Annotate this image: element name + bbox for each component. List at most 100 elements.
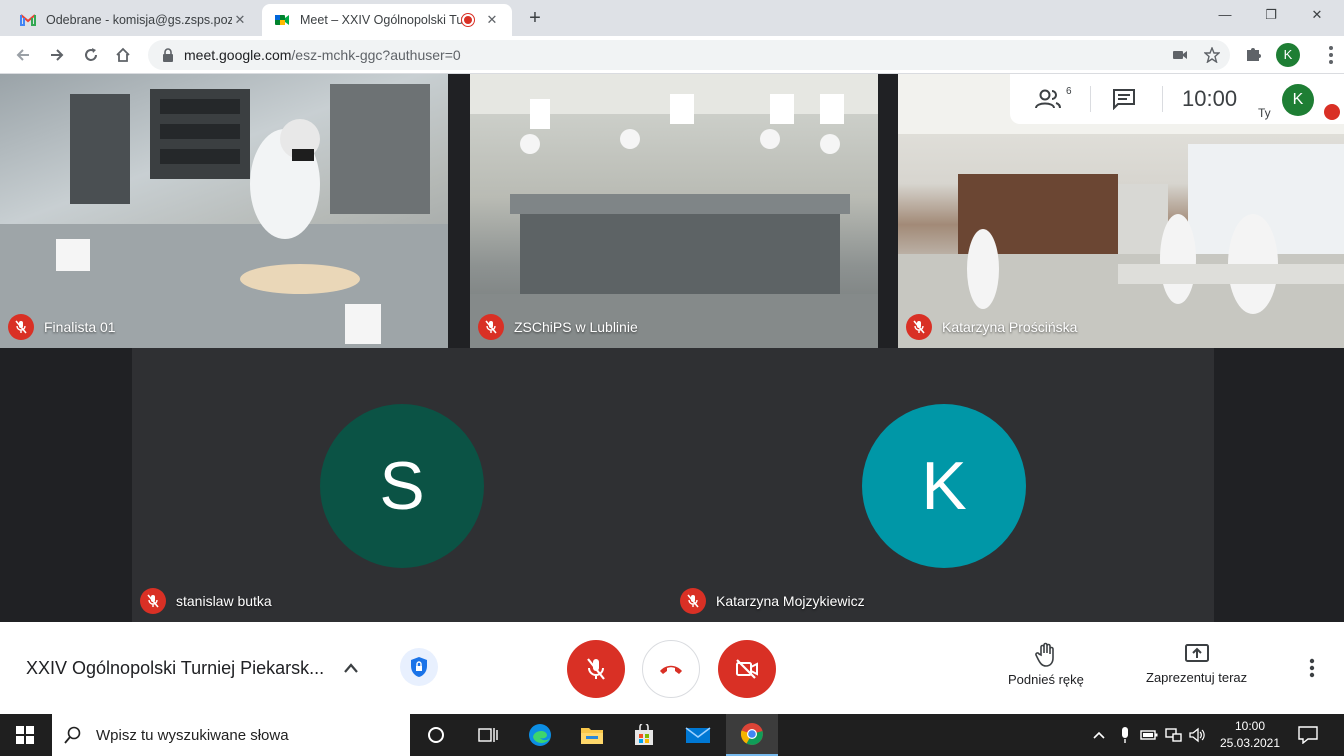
reload-button[interactable] (78, 42, 104, 68)
taskbar-search-input[interactable]: Wpisz tu wyszukiwane słowa (52, 714, 410, 756)
present-screen-icon (1184, 644, 1209, 662)
task-view-icon (478, 728, 498, 742)
battery-icon[interactable] (1140, 726, 1158, 744)
present-now-label: Zaprezentuj teraz (1146, 670, 1248, 685)
mic-off-icon (8, 314, 34, 340)
taskbar-chrome[interactable] (726, 714, 778, 756)
mic-off-icon (906, 314, 932, 340)
taskbar-file-explorer[interactable] (566, 714, 618, 756)
microphone-toggle-button[interactable] (567, 640, 625, 698)
start-button[interactable] (0, 714, 50, 756)
meet-icon (275, 15, 289, 25)
restore-button[interactable]: ❐ (1248, 0, 1294, 30)
new-tab-button[interactable]: + (522, 6, 548, 30)
home-button[interactable] (110, 42, 136, 68)
chat-icon[interactable] (1112, 88, 1136, 110)
browser-toolbar: meet.google.com/esz-mchk-ggc?authuser=0 … (0, 36, 1344, 74)
chrome-icon (740, 723, 763, 745)
meet-controls-bar: XXIV Ogólnopolski Turniej Piekarsk... Po… (0, 622, 1344, 714)
divider (1090, 86, 1091, 112)
cortana-button[interactable] (410, 714, 462, 756)
raise-hand-button[interactable]: Podnieś rękę (1008, 642, 1084, 687)
lock-icon (163, 48, 173, 62)
close-window-button[interactable]: ✕ (1294, 0, 1340, 30)
forward-button[interactable] (44, 42, 70, 68)
taskbar-edge[interactable] (514, 714, 566, 756)
url-path: /esz-mchk-ggc?authuser=0 (291, 47, 461, 63)
close-tab-icon[interactable]: ✕ (484, 12, 500, 28)
participant-label: Finalista 01 (8, 314, 116, 340)
back-button[interactable] (10, 42, 36, 68)
profile-avatar[interactable]: K (1276, 43, 1300, 67)
present-now-button[interactable]: Zaprezentuj teraz (1146, 642, 1247, 685)
participant-label: Katarzyna Mojzykiewicz (680, 588, 865, 614)
video-feed (0, 84, 448, 348)
video-tile-zschips[interactable]: ZSChiPS w Lublinie (470, 74, 878, 348)
volume-icon[interactable] (1188, 726, 1206, 744)
mic-off-icon (478, 314, 504, 340)
search-icon (64, 726, 81, 744)
windows-logo-icon (16, 726, 34, 744)
tab-gmail[interactable]: Odebrane - komisja@gs.zsps.poz ✕ (8, 4, 260, 36)
clock-date: 25.03.2021 (1219, 736, 1281, 750)
host-controls-button[interactable] (400, 648, 438, 686)
camera-off-icon (736, 659, 758, 679)
meeting-clock: 10:00 (1182, 86, 1238, 111)
avatar-tile-butka[interactable]: S stanislaw butka (132, 348, 672, 622)
puzzle-icon[interactable] (1244, 44, 1264, 64)
cortana-icon (428, 727, 444, 743)
minimize-button[interactable]: — (1202, 0, 1248, 30)
taskbar-store[interactable] (618, 714, 670, 756)
microphone-icon[interactable] (1116, 726, 1134, 744)
tab-title: Meet – XXIV Ogólnopolski Tu (300, 13, 462, 27)
camera-icon[interactable] (1172, 47, 1188, 63)
participant-label: stanislaw butka (140, 588, 272, 614)
people-icon[interactable] (1034, 87, 1064, 111)
arrow-left-icon (16, 49, 29, 61)
network-icon[interactable] (1164, 726, 1182, 744)
camera-toggle-button[interactable] (718, 640, 776, 698)
windows-taskbar: Wpisz tu wyszukiwane słowa 10:00 25.03.2… (0, 714, 1344, 756)
task-view-button[interactable] (462, 714, 514, 756)
avatar-tile-mojzykiewicz[interactable]: K Katarzyna Mojzykiewicz (672, 348, 1214, 622)
mic-off-icon (680, 588, 706, 614)
mic-off-icon (587, 658, 605, 680)
chevron-up-icon[interactable] (342, 660, 360, 676)
taskbar-mail[interactable] (672, 714, 724, 756)
meeting-title[interactable]: XXIV Ogólnopolski Turniej Piekarsk... (26, 658, 324, 679)
leave-call-button[interactable] (642, 640, 700, 698)
shield-lock-icon (411, 657, 427, 677)
participant-label: ZSChiPS w Lublinie (478, 314, 638, 340)
kebab-menu-icon[interactable] (1326, 44, 1336, 66)
url-text: meet.google.com/esz-mchk-ggc?authuser=0 (184, 47, 461, 63)
notification-icon[interactable] (1298, 726, 1318, 744)
participant-name: Katarzyna Mojzykiewicz (716, 593, 865, 609)
hand-icon (1035, 642, 1054, 667)
participants-count: 6 (1066, 86, 1072, 97)
chevron-up-icon[interactable] (1090, 726, 1108, 744)
video-tile-finalista[interactable]: Finalista 01 (0, 74, 448, 348)
participant-name: ZSChiPS w Lublinie (514, 319, 638, 335)
hang-up-icon (660, 665, 682, 674)
star-icon[interactable] (1204, 47, 1220, 63)
recording-icon (462, 14, 474, 26)
participant-name: Finalista 01 (44, 319, 116, 335)
clock-time: 10:00 (1234, 719, 1266, 733)
edge-icon (529, 724, 551, 746)
participant-avatar: S (320, 404, 484, 568)
participant-name: stanislaw butka (176, 593, 272, 609)
video-feed (470, 74, 878, 348)
self-label: Ty (1258, 106, 1271, 120)
tab-meet[interactable]: Meet – XXIV Ogólnopolski Tu ✕ (262, 4, 512, 36)
self-avatar[interactable]: K (1282, 84, 1314, 116)
gmail-icon (20, 14, 36, 26)
raise-hand-label: Podnieś rękę (1008, 672, 1084, 687)
system-clock[interactable]: 10:00 25.03.2021 (1212, 718, 1288, 752)
search-placeholder: Wpisz tu wyszukiwane słowa (96, 726, 289, 744)
address-bar[interactable]: meet.google.com/esz-mchk-ggc?authuser=0 (148, 40, 1230, 70)
more-options-icon[interactable] (1304, 656, 1320, 680)
store-bag-icon (635, 724, 653, 745)
meet-stage: Finalista 01 ZSChiPS w Lublinie Katarzyn… (0, 74, 1344, 622)
close-tab-icon[interactable]: ✕ (232, 12, 248, 28)
mic-off-icon (1324, 104, 1340, 120)
